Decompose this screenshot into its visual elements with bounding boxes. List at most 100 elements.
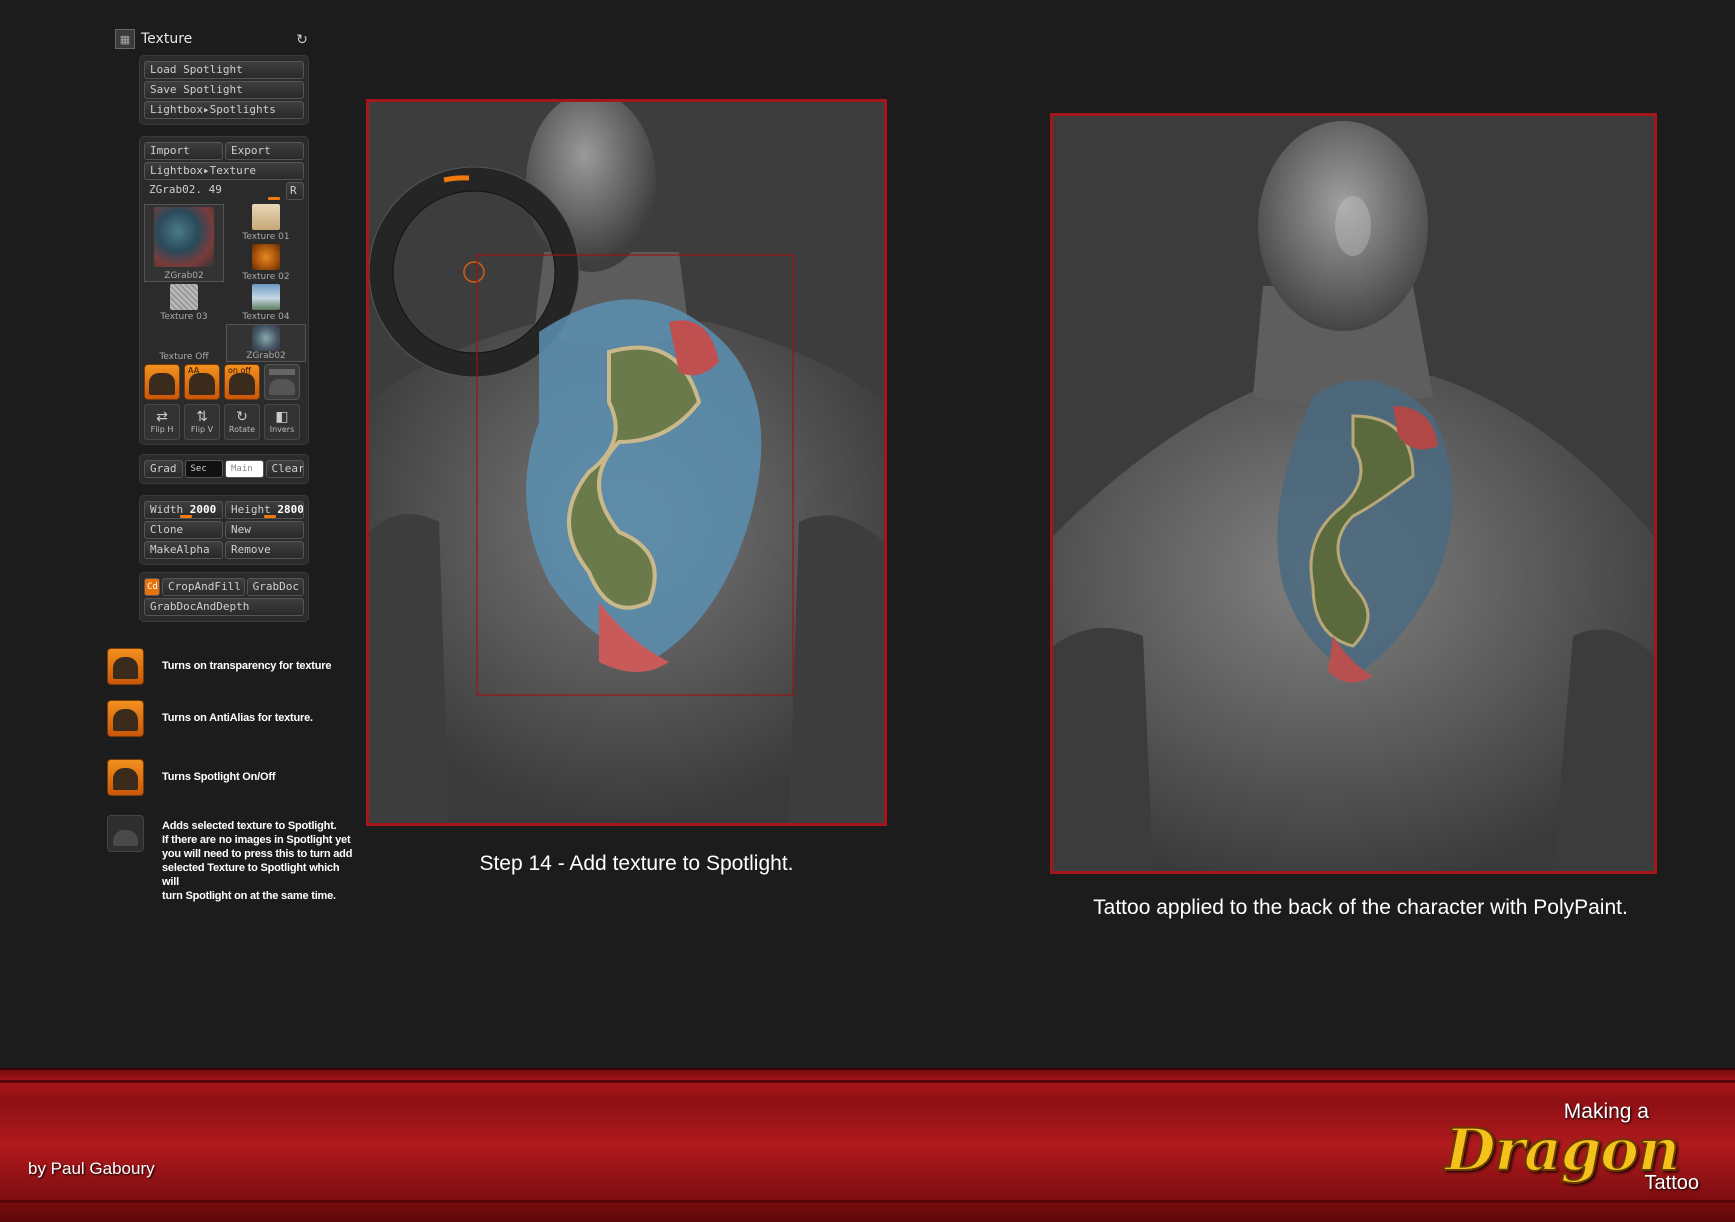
- texture-palette-icon[interactable]: ▦: [115, 29, 135, 49]
- thumb-caption: Texture Off: [159, 352, 209, 362]
- main-color-swatch[interactable]: Main: [225, 460, 264, 478]
- reset-icon[interactable]: ↻: [294, 31, 310, 48]
- invert-label: Invers: [269, 425, 295, 434]
- transparency-icon: [107, 648, 144, 685]
- texture-index-slider[interactable]: ZGrab02. 49: [144, 182, 284, 200]
- height-slider-knob[interactable]: [264, 515, 276, 518]
- transform-row: ⇄ Flip H ⇅ Flip V ↻ Rotate ◧ Invers: [144, 404, 304, 440]
- legend-text: Turns on transparency for texture: [162, 660, 332, 672]
- thumb-caption: ZGrab02: [246, 351, 286, 361]
- secondary-color-swatch[interactable]: Sec: [184, 460, 223, 478]
- footer-stripe: [0, 1200, 1735, 1203]
- legend-spotlight-onoff: Turns Spotlight On/Off: [107, 759, 357, 797]
- add-to-spotlight-button[interactable]: [264, 364, 300, 400]
- r-button[interactable]: R: [286, 182, 304, 200]
- width-value: 2000: [189, 503, 217, 516]
- size-group: Width 2000 Height 2800 Clone New MakeAlp…: [139, 495, 309, 565]
- remove-button[interactable]: Remove: [225, 541, 304, 559]
- legend-line: Adds selected texture to Spotlight.: [162, 820, 337, 832]
- rotate-button[interactable]: ↻ Rotate: [224, 404, 260, 440]
- flip-h-label: Flip H: [150, 425, 174, 434]
- cd-toggle[interactable]: Cd: [144, 578, 160, 596]
- legend-line: If there are no images in Spotlight yet: [162, 834, 351, 846]
- legend-line: selected Texture to Spotlight which will: [162, 862, 340, 888]
- rotate-label: Rotate: [228, 425, 256, 434]
- legend-antialias: Turns on AntiAlias for texture.: [107, 700, 357, 738]
- flip-h-icon: ⇄: [156, 409, 168, 425]
- making-a-dragon-tattoo-logo: Making a Dragon Tattoo: [1444, 1100, 1699, 1200]
- invert-icon: ◧: [275, 409, 289, 425]
- texture-04-image: [252, 284, 280, 310]
- rotate-icon: ↻: [236, 409, 248, 425]
- texture-thumbnails: ZGrab02 Texture 01 Texture 02 Texture 03…: [144, 204, 306, 362]
- back-render-svg: [1053, 116, 1654, 871]
- thumb-caption: Texture 03: [160, 312, 208, 322]
- palette-title: Texture: [141, 31, 193, 47]
- cropandfill-button[interactable]: CropAndFill: [162, 578, 245, 596]
- current-texture-label: ZGrab02. 49: [149, 183, 222, 196]
- texture-01-thumb[interactable]: Texture 01: [226, 204, 306, 242]
- texture-04-thumb[interactable]: Texture 04: [226, 284, 306, 322]
- grabdoc-button[interactable]: GrabDoc: [246, 578, 304, 596]
- export-button[interactable]: Export: [225, 142, 304, 160]
- front-render-image: [366, 99, 887, 826]
- spotlight-onoff-icon: [107, 759, 144, 796]
- new-button[interactable]: New: [225, 521, 304, 539]
- texture-01-image: [252, 204, 280, 230]
- thumb-caption: Texture 02: [242, 272, 290, 282]
- thumb-caption: Texture 01: [242, 232, 290, 242]
- flip-v-label: Flip V: [190, 425, 214, 434]
- flip-v-button[interactable]: ⇅ Flip V: [184, 404, 220, 440]
- invert-button[interactable]: ◧ Invers: [264, 404, 300, 440]
- import-button[interactable]: Import: [144, 142, 223, 160]
- flip-v-icon: ⇅: [196, 409, 208, 425]
- back-render-image: [1050, 113, 1657, 874]
- height-slider[interactable]: Height 2800: [225, 501, 304, 519]
- clone-button[interactable]: Clone: [144, 521, 223, 539]
- add-to-spotlight-icon: [107, 815, 144, 852]
- texture-palette: ▦ Texture ↻: [115, 26, 310, 52]
- width-slider[interactable]: Width 2000: [144, 501, 223, 519]
- save-spotlight-button[interactable]: Save Spotlight: [144, 81, 304, 99]
- antialias-icon: [107, 700, 144, 737]
- thumb-caption: ZGrab02: [164, 271, 204, 281]
- footer-banner: by Paul Gaboury Making a Dragon Tattoo: [0, 1068, 1735, 1222]
- texture-group: Import Export Lightbox▸Texture ZGrab02. …: [139, 136, 309, 445]
- legend-text: Turns on AntiAlias for texture.: [162, 712, 313, 724]
- texture-02-thumb[interactable]: Texture 02: [226, 244, 306, 282]
- texture-off-thumb[interactable]: Texture Off: [144, 324, 224, 362]
- lightbox-spotlights-button[interactable]: Lightbox▸Spotlights: [144, 101, 304, 119]
- transparency-button[interactable]: [144, 364, 180, 400]
- legend-line: you will need to press this to turn add: [162, 848, 353, 860]
- antialias-button[interactable]: AA: [184, 364, 220, 400]
- zgrab02-thumb[interactable]: ZGrab02: [226, 324, 306, 362]
- spotlight-group: Load Spotlight Save Spotlight Lightbox▸S…: [139, 55, 309, 125]
- color-group: Grad Sec Main Clear: [139, 454, 309, 484]
- legend-add-to-spotlight: Adds selected texture to Spotlight. If t…: [107, 815, 357, 902]
- flip-h-button[interactable]: ⇄ Flip H: [144, 404, 180, 440]
- slider-knob[interactable]: [268, 197, 280, 200]
- makealpha-button[interactable]: MakeAlpha: [144, 541, 223, 559]
- right-caption: Tattoo applied to the back of the charac…: [1093, 896, 1628, 919]
- texture-03-image: [170, 284, 198, 310]
- legend-multiline-text: Adds selected texture to Spotlight. If t…: [162, 819, 357, 903]
- grabdocanddepth-button[interactable]: GrabDocAndDepth: [144, 598, 304, 616]
- legend-transparency: Turns on transparency for texture: [107, 648, 357, 686]
- zgrab02-image: [252, 325, 280, 351]
- lightbox-texture-button[interactable]: Lightbox▸Texture: [144, 162, 304, 180]
- current-texture-thumb[interactable]: ZGrab02: [144, 204, 224, 282]
- spotlight-onoff-button[interactable]: on off: [224, 364, 260, 400]
- palette-header: ▦ Texture ↻: [115, 26, 310, 52]
- texture-03-thumb[interactable]: Texture 03: [144, 284, 224, 322]
- grab-group: Cd CropAndFill GrabDoc GrabDocAndDepth: [139, 572, 309, 622]
- clear-button[interactable]: Clear: [265, 460, 304, 478]
- load-spotlight-button[interactable]: Load Spotlight: [144, 61, 304, 79]
- thumb-caption: Texture 04: [242, 312, 290, 322]
- texture-02-image: [252, 244, 280, 270]
- width-slider-knob[interactable]: [180, 515, 192, 518]
- footer-stripe: [0, 1080, 1735, 1083]
- front-render-svg: [369, 102, 884, 823]
- grad-button[interactable]: Grad: [144, 460, 183, 478]
- legend-text: Turns Spotlight On/Off: [162, 771, 276, 783]
- legend-line: turn Spotlight on at the same time.: [162, 890, 336, 902]
